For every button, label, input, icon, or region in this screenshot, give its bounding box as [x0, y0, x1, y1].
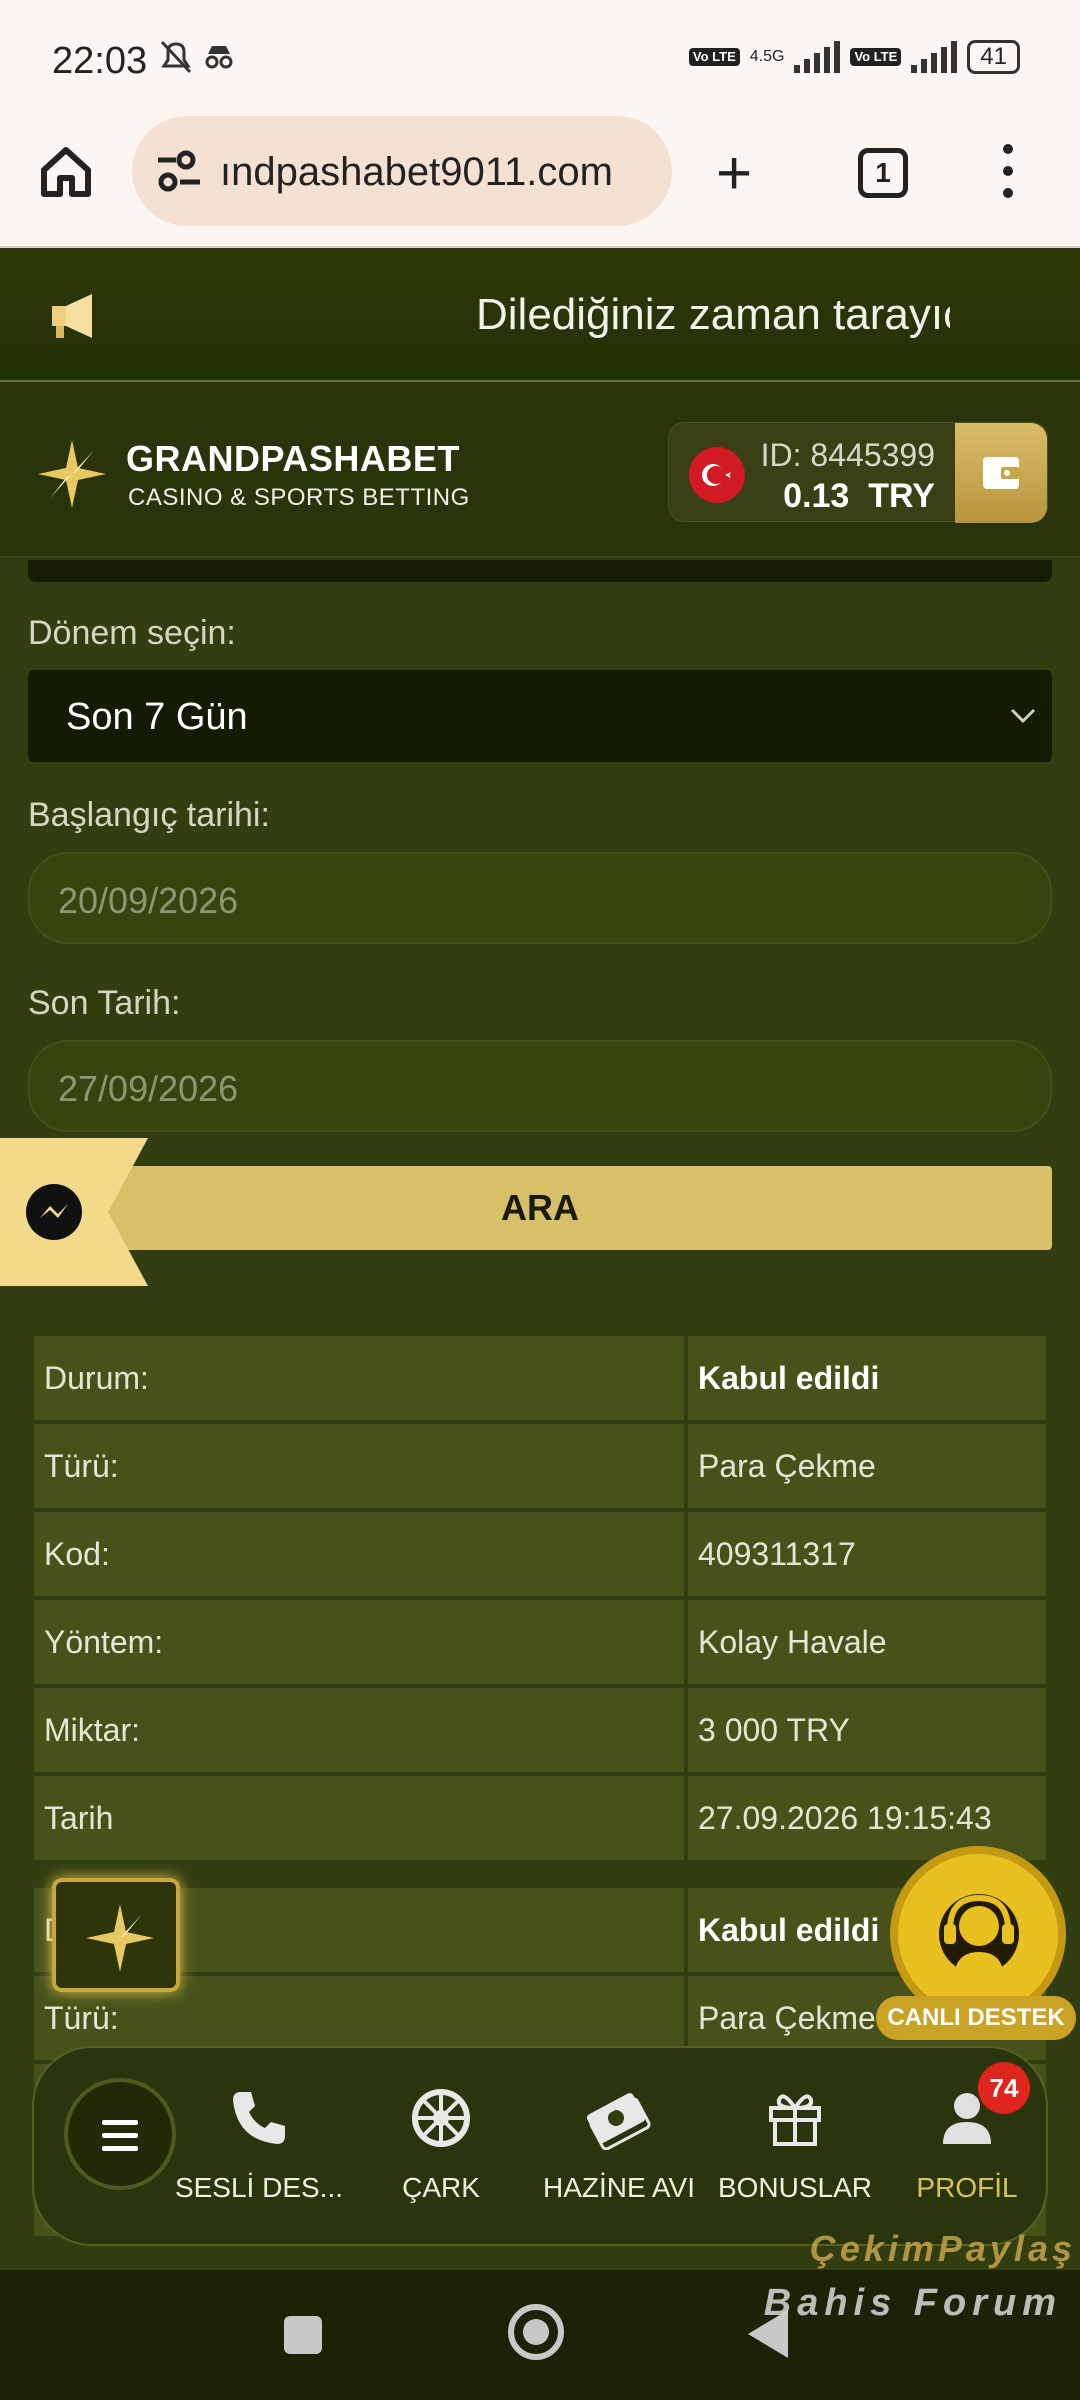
home-button-icon[interactable]: [508, 2304, 564, 2360]
url-text[interactable]: ındpashabet9011.com: [220, 150, 660, 195]
period-select-value: Son 7 Gün: [66, 696, 248, 738]
hamburger-menu-button[interactable]: [64, 2078, 176, 2190]
nav-item-treasure-hunt[interactable]: HAZİNE AVI: [534, 2078, 704, 2204]
end-date-value: 27/09/2026: [58, 1068, 239, 1109]
nav-label: HAZİNE AVI: [543, 2172, 695, 2203]
table-row: Durum: Kabul edildi: [34, 1336, 1046, 1420]
start-date-value: 20/09/2026: [58, 880, 239, 921]
messenger-chat-tab[interactable]: [0, 1138, 148, 1286]
account-balance: 0.13 TRY: [783, 477, 935, 515]
silent-notification-icon: [156, 38, 236, 87]
nav-label: ÇARK: [402, 2172, 480, 2203]
site-header: GRANDPASHABET CASINO & SPORTS BETTING ID…: [0, 382, 1080, 558]
phone-icon: [174, 2078, 344, 2158]
status-time: 22:03: [52, 40, 148, 82]
user-icon: 74: [882, 2062, 1052, 2158]
table-row: Yöntem: Kolay Havale: [34, 1600, 1046, 1684]
row-value: 409311317: [688, 1512, 1046, 1596]
recents-icon[interactable]: [284, 2316, 322, 2354]
period-select[interactable]: Son 7 Gün: [28, 670, 1052, 762]
floating-star-button[interactable]: [52, 1878, 180, 1992]
notification-badge: 74: [978, 2062, 1030, 2114]
network-type: 4.5G: [749, 48, 785, 65]
announcement-text: Dilediğiniz zaman tarayıc: [476, 290, 950, 339]
start-date-label: Başlangıç tarihi:: [28, 796, 270, 834]
table-row: Türü: Para Çekme: [34, 1424, 1046, 1508]
bottom-navigation: SESLİ DES... ÇARK HAZİNE AVI BONUSLAR 74…: [32, 2046, 1048, 2246]
tab-switcher-button[interactable]: 1: [858, 148, 908, 198]
money-icon: [534, 2078, 704, 2158]
nav-item-voice-support[interactable]: SESLİ DES...: [174, 2078, 344, 2204]
live-support-label: CANLI DESTEK: [876, 1996, 1076, 2040]
row-value: 3 000 TRY: [688, 1688, 1046, 1772]
row-value: Kolay Havale: [688, 1600, 1046, 1684]
transaction-table-1: Durum: Kabul edildi Türü: Para Çekme Kod: 4…: [30, 1332, 1050, 1864]
brand-tagline: CASINO & SPORTS BETTING: [128, 484, 470, 511]
section-divider: [28, 560, 1052, 582]
end-date-input[interactable]: 27/09/2026: [28, 1040, 1052, 1132]
browser-toolbar: ındpashabet9011.com + 1: [0, 108, 1080, 248]
account-widget[interactable]: ID: 8445399 0.13 TRY: [668, 422, 1048, 523]
battery-icon: 41: [967, 40, 1020, 74]
browser-menu-icon[interactable]: [998, 144, 1018, 204]
status-value: Kabul edildi: [688, 1336, 1046, 1420]
nav-item-profile[interactable]: 74 PROFİL: [882, 2062, 1052, 2204]
volte-icon-2: Vo LTE: [850, 48, 902, 66]
turkey-flag-icon: [689, 447, 745, 503]
watermark-line2: Bahis Forum: [763, 2282, 1062, 2324]
address-bar[interactable]: ındpashabet9011.com: [132, 116, 672, 226]
end-date-label: Son Tarih:: [28, 984, 181, 1022]
announcement-bar: Dilediğiniz zaman tarayıc: [0, 250, 1080, 382]
row-key: Durum:: [34, 1336, 684, 1420]
site-settings-icon[interactable]: [154, 148, 204, 194]
start-date-input[interactable]: 20/09/2026: [28, 852, 1052, 944]
live-support-button[interactable]: CANLI DESTEK: [872, 1846, 1080, 2056]
row-key: Kod:: [34, 1512, 684, 1596]
period-label: Dönem seçin:: [28, 614, 236, 652]
row-value: Para Çekme: [688, 1424, 1046, 1508]
status-right-group: Vo LTE 4.5G Vo LTE 41: [688, 40, 1020, 74]
new-tab-button[interactable]: +: [716, 143, 752, 205]
row-key: Tarih: [34, 1776, 684, 1860]
home-icon[interactable]: [36, 142, 96, 202]
volte-icon: Vo LTE: [688, 48, 740, 66]
signal-icon: [794, 41, 841, 73]
nav-label: SESLİ DES...: [174, 2172, 344, 2203]
row-key: Miktar:: [34, 1688, 684, 1772]
signal-icon-2: [911, 41, 958, 73]
brand-name[interactable]: GRANDPASHABET: [126, 438, 460, 480]
gift-icon: [710, 2078, 880, 2158]
table-row: Kod: 409311317: [34, 1512, 1046, 1596]
row-key: Yöntem:: [34, 1600, 684, 1684]
nav-item-wheel[interactable]: ÇARK: [356, 2078, 526, 2204]
hamburger-icon: [68, 2120, 172, 2159]
wallet-button[interactable]: [955, 423, 1047, 523]
megaphone-icon: [46, 286, 106, 346]
watermark-line1: ÇekimPaylaş: [809, 2228, 1076, 2269]
search-button[interactable]: ARA: [28, 1166, 1052, 1250]
nav-item-bonuses[interactable]: BONUSLAR: [710, 2078, 880, 2204]
status-bar: 22:03 Vo LTE 4.5G Vo LTE 41: [0, 0, 1080, 108]
table-row: Miktar: 3 000 TRY: [34, 1688, 1046, 1772]
chevron-down-icon: [1008, 700, 1038, 730]
account-id: ID: 8445399: [760, 437, 935, 473]
nav-label: PROFİL: [916, 2172, 1018, 2203]
row-key: Türü:: [34, 1424, 684, 1508]
wheel-icon: [356, 2078, 526, 2158]
logo-star-icon[interactable]: [34, 436, 110, 512]
nav-label: BONUSLAR: [717, 2172, 873, 2203]
